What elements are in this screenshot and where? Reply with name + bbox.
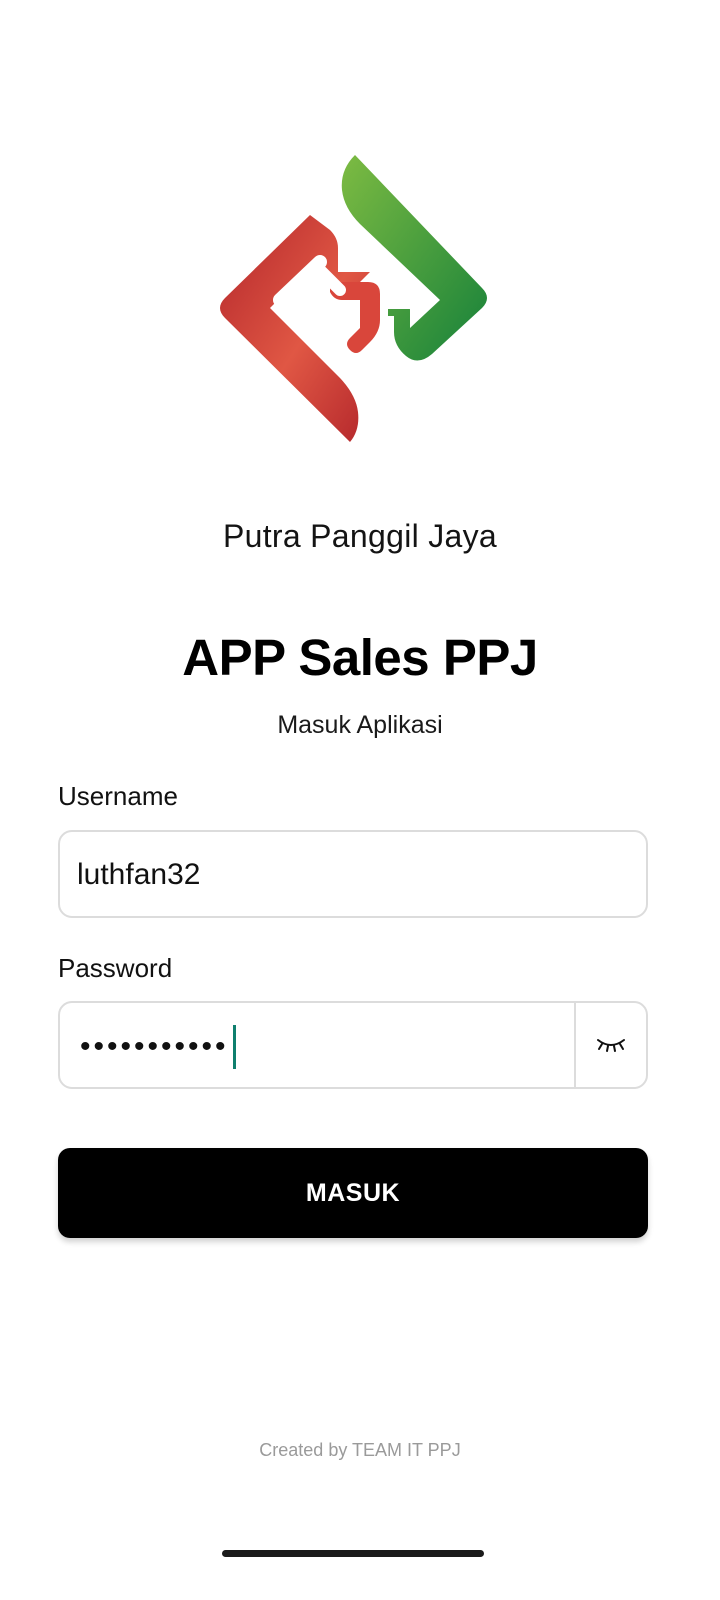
- toggle-password-visibility-button[interactable]: [576, 1003, 646, 1087]
- text-caret: [232, 1025, 236, 1069]
- password-mask: •••••••••••: [80, 1030, 229, 1063]
- app-title: APP Sales PPJ: [182, 629, 538, 686]
- password-label: Password: [58, 953, 173, 983]
- footer-credit: Created by TEAM IT PPJ: [259, 1440, 461, 1460]
- company-name: Putra Panggil Jaya: [222, 518, 497, 554]
- username-value[interactable]: luthfan32: [77, 858, 200, 892]
- home-indicator[interactable]: [222, 1550, 484, 1557]
- login-button[interactable]: MASUK: [58, 1148, 648, 1238]
- eye-closed-icon: [597, 1039, 625, 1052]
- username-field[interactable]: luthfan32: [58, 830, 648, 918]
- ppj-logo-icon: [220, 155, 487, 442]
- password-value[interactable]: •••••••••••: [80, 1025, 236, 1069]
- username-label: Username: [58, 781, 178, 811]
- password-field[interactable]: •••••••••••: [58, 1001, 648, 1089]
- login-subtitle: Masuk Aplikasi: [277, 711, 443, 739]
